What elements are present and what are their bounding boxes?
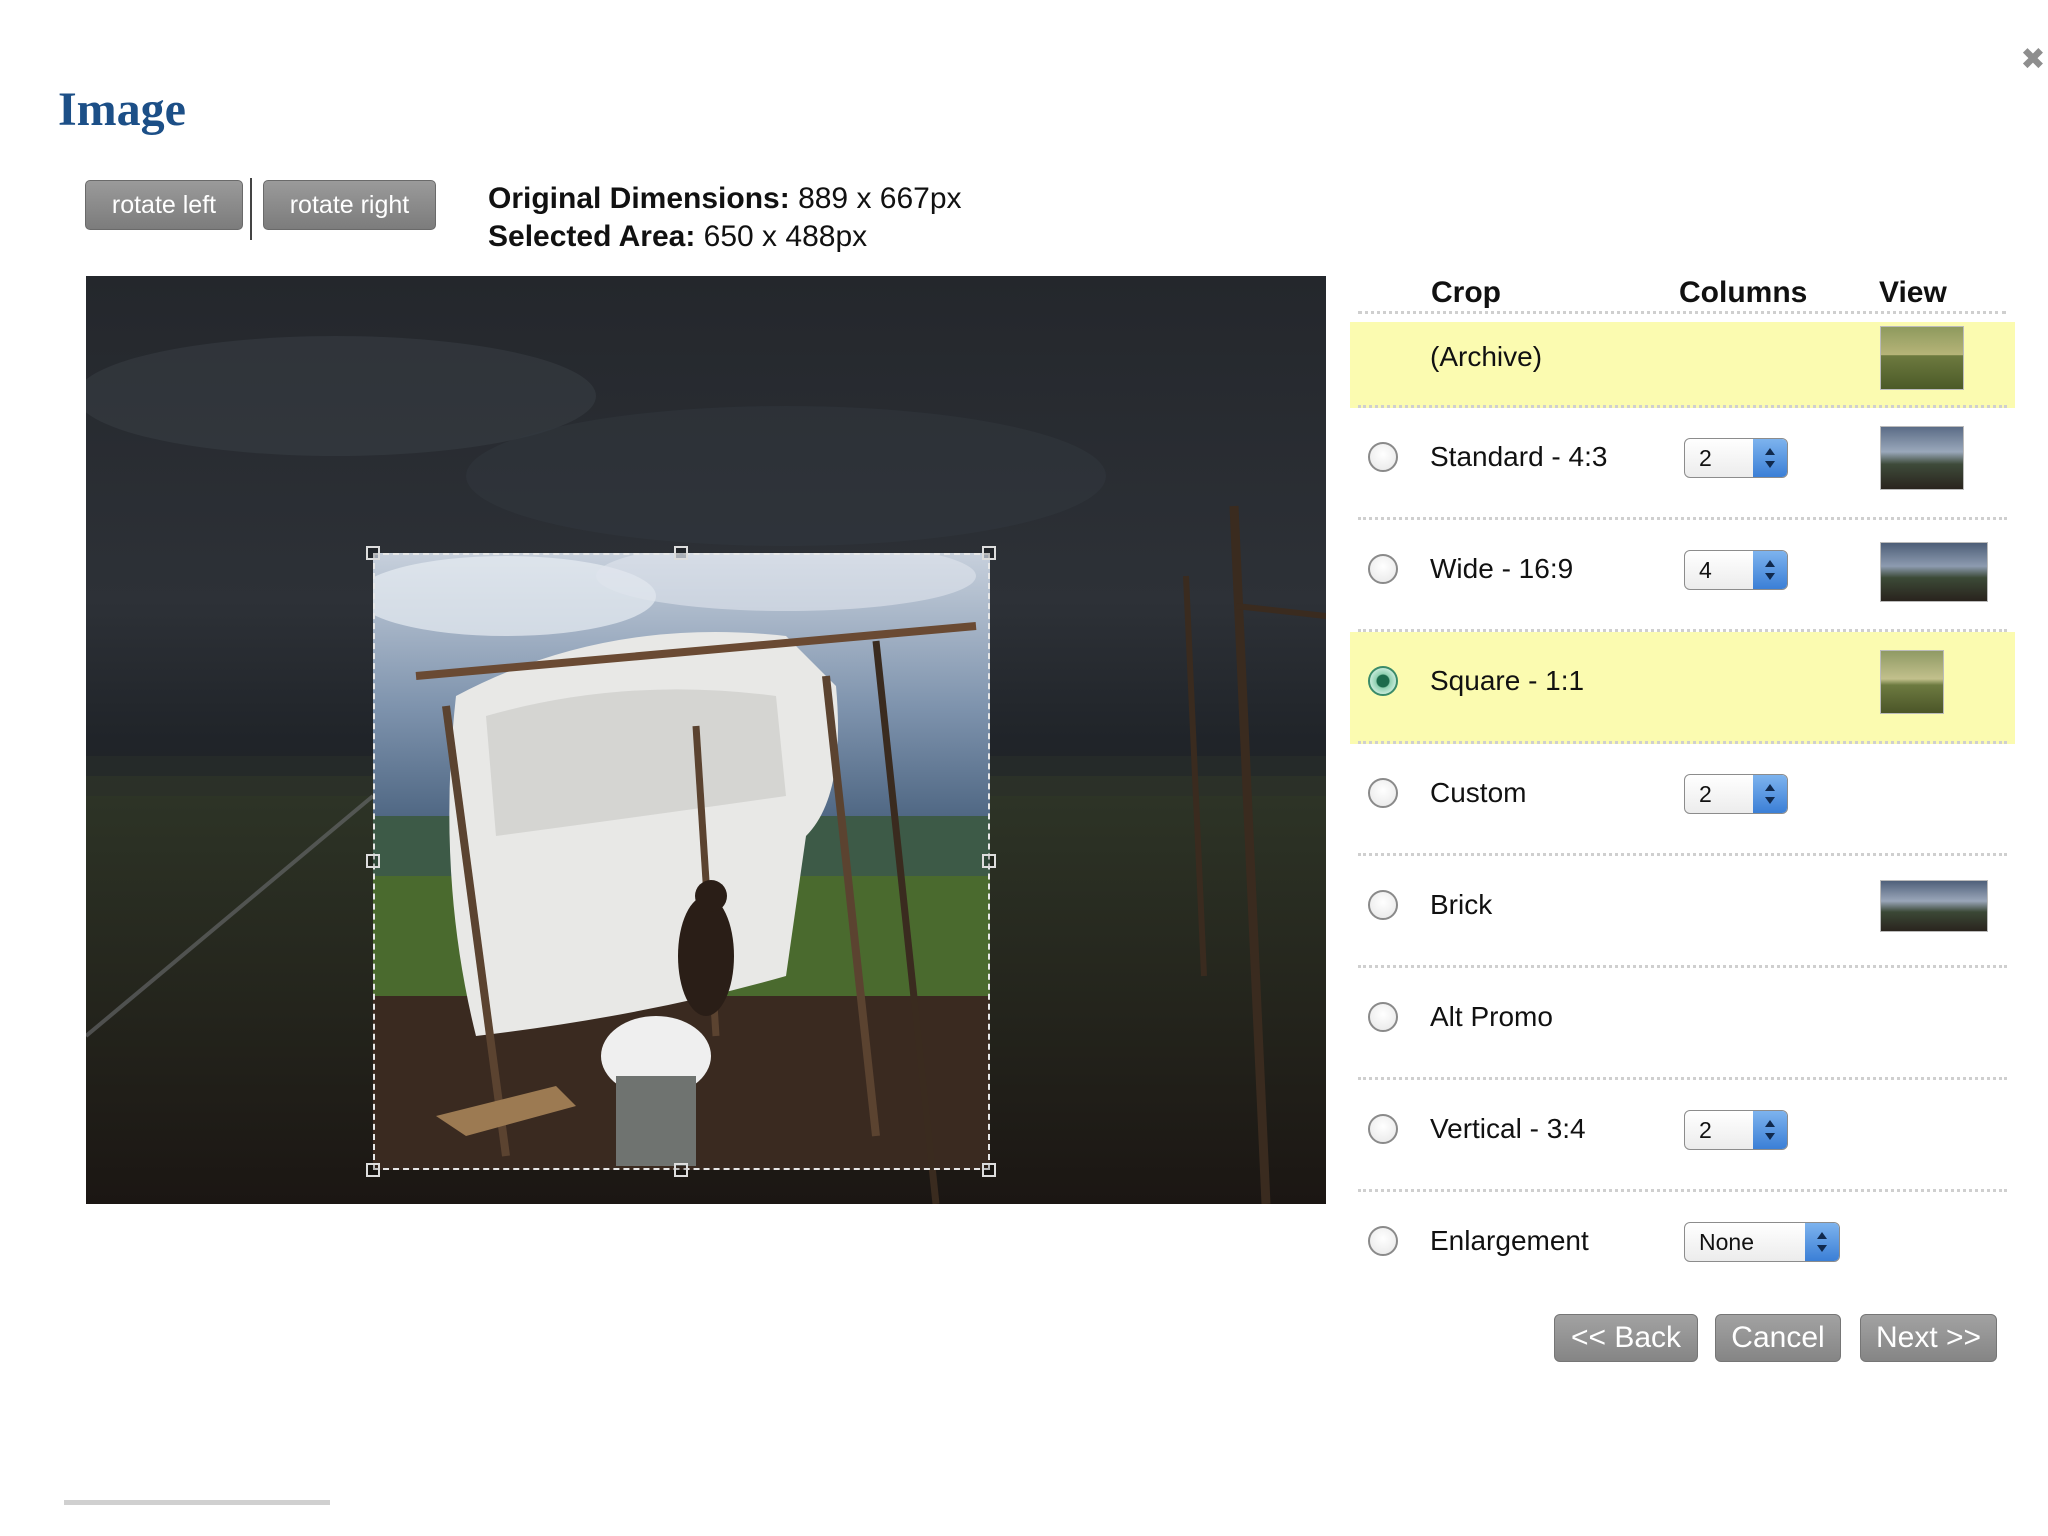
- crop-label: Enlargement: [1430, 1225, 1589, 1256]
- crop-row-wide[interactable]: Wide - 16:9 4: [1350, 520, 2015, 632]
- radio-custom[interactable]: [1368, 778, 1398, 808]
- thumbnail-archive[interactable]: [1880, 326, 1964, 390]
- select-arrows-icon: [1805, 1223, 1839, 1261]
- crop-image-canvas[interactable]: [86, 276, 1326, 1204]
- crop-label: Alt Promo: [1430, 1001, 1553, 1032]
- select-arrows-icon: [1753, 551, 1787, 589]
- thumbnail-wide[interactable]: [1880, 542, 1988, 602]
- crop-handle-top-right[interactable]: [982, 546, 996, 560]
- crop-row-brick[interactable]: Brick: [1350, 856, 2015, 968]
- header-crop: Crop: [1431, 276, 1501, 309]
- crop-label: Vertical - 3:4: [1430, 1113, 1586, 1144]
- columns-select-custom[interactable]: 2: [1684, 774, 1788, 814]
- columns-select-standard[interactable]: 2: [1684, 438, 1788, 478]
- crop-row-square[interactable]: Square - 1:1: [1350, 632, 2015, 744]
- crop-handle-left[interactable]: [366, 854, 380, 868]
- scrollbar[interactable]: [64, 1500, 330, 1505]
- crop-handle-bottom[interactable]: [674, 1163, 688, 1177]
- dimensions-info: Original Dimensions: 889 x 667px Selecte…: [488, 180, 962, 256]
- crop-row-enlargement[interactable]: Enlargement None: [1350, 1192, 2015, 1304]
- radio-enlargement[interactable]: [1368, 1226, 1398, 1256]
- close-icon[interactable]: ✖: [2018, 42, 2048, 78]
- back-button[interactable]: << Back: [1554, 1314, 1698, 1362]
- crop-label: Custom: [1430, 777, 1527, 808]
- crop-label: Standard - 4:3: [1430, 441, 1608, 472]
- select-arrows-icon: [1753, 775, 1787, 813]
- crop-row-archive[interactable]: (Archive): [1350, 322, 2015, 408]
- toolbar-divider: [250, 178, 252, 240]
- crop-row-custom[interactable]: Custom 2: [1350, 744, 2015, 856]
- radio-standard[interactable]: [1368, 442, 1398, 472]
- select-arrows-icon: [1753, 439, 1787, 477]
- radio-alt-promo[interactable]: [1368, 1002, 1398, 1032]
- radio-vertical[interactable]: [1368, 1114, 1398, 1144]
- radio-brick[interactable]: [1368, 890, 1398, 920]
- crop-handle-top[interactable]: [674, 546, 688, 560]
- header-view: View: [1879, 276, 1947, 309]
- rotate-left-button[interactable]: rotate left: [85, 180, 243, 230]
- thumbnail-standard[interactable]: [1880, 426, 1964, 490]
- next-button[interactable]: Next >>: [1860, 1314, 1997, 1362]
- original-dimensions: Original Dimensions: 889 x 667px: [488, 182, 962, 215]
- crop-row-alt-promo[interactable]: Alt Promo: [1350, 968, 2015, 1080]
- rotate-right-button[interactable]: rotate right: [263, 180, 436, 230]
- thumbnail-square[interactable]: [1880, 650, 1944, 714]
- crop-label: Brick: [1430, 889, 1493, 920]
- crop-handle-bottom-right[interactable]: [982, 1163, 996, 1177]
- cancel-button[interactable]: Cancel: [1715, 1314, 1841, 1362]
- header-columns: Columns: [1679, 276, 1808, 309]
- crop-label: (Archive): [1430, 341, 1543, 372]
- crop-row-vertical[interactable]: Vertical - 3:4 2: [1350, 1080, 2015, 1192]
- header-divider: [1358, 311, 2006, 314]
- crop-label: Square - 1:1: [1430, 665, 1585, 696]
- crop-selection-box[interactable]: [373, 553, 990, 1170]
- dialog-title: Image: [58, 83, 186, 136]
- thumbnail-brick[interactable]: [1880, 880, 1988, 932]
- columns-select-vertical[interactable]: 2: [1684, 1110, 1788, 1150]
- columns-select-wide[interactable]: 4: [1684, 550, 1788, 590]
- crop-handle-right[interactable]: [982, 854, 996, 868]
- crop-handle-top-left[interactable]: [366, 546, 380, 560]
- crop-handle-bottom-left[interactable]: [366, 1163, 380, 1177]
- select-arrows-icon: [1753, 1111, 1787, 1149]
- selected-area: Selected Area: 650 x 488px: [488, 220, 868, 253]
- crop-label: Wide - 16:9: [1430, 553, 1574, 584]
- radio-square[interactable]: [1368, 666, 1398, 696]
- columns-select-enlargement[interactable]: None: [1684, 1222, 1840, 1262]
- radio-wide[interactable]: [1368, 554, 1398, 584]
- crop-row-standard[interactable]: Standard - 4:3 2: [1350, 408, 2015, 520]
